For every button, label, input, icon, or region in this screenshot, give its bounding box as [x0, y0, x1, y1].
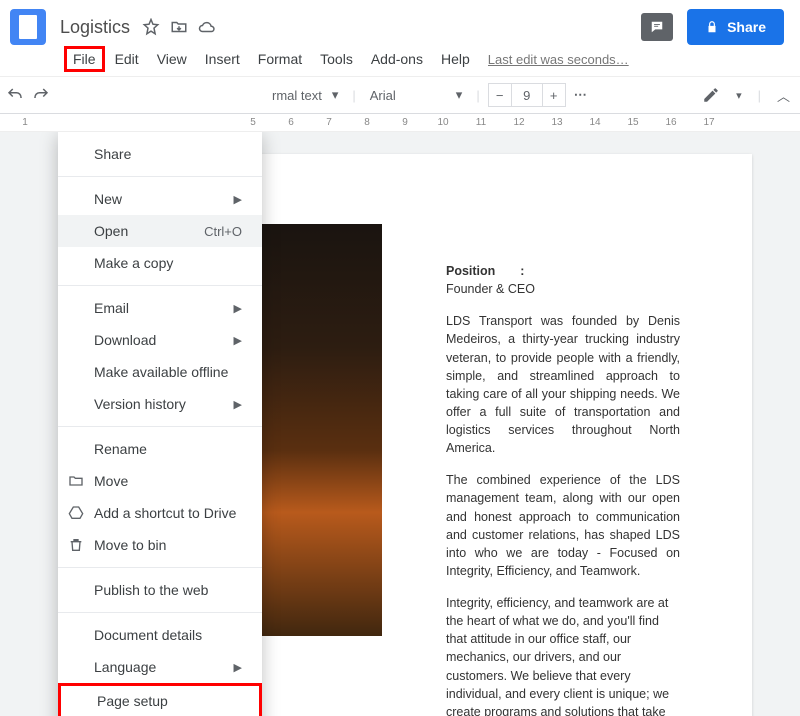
header-quick-icons: [142, 18, 216, 36]
chevron-down-icon: ▾: [332, 87, 339, 103]
paragraph: The combined experience of the LDS manag…: [446, 471, 680, 580]
menu-view[interactable]: View: [149, 47, 195, 71]
redo-icon[interactable]: [32, 86, 50, 104]
font-family-select[interactable]: Arial ▾: [364, 87, 469, 103]
share-button[interactable]: Share: [687, 9, 784, 45]
field-value: Founder & CEO: [446, 280, 680, 298]
menu-insert[interactable]: Insert: [197, 47, 248, 71]
file-menu-move[interactable]: Move: [58, 465, 262, 497]
menu-addons[interactable]: Add-ons: [363, 47, 431, 71]
paragraph: LDS Transport was founded by Denis Medei…: [446, 312, 680, 457]
menu-format[interactable]: Format: [250, 47, 310, 71]
move-to-folder-icon[interactable]: [170, 18, 188, 36]
font-family-label: Arial: [370, 88, 396, 103]
ruler: 1 5 6 7 8 9 10 11 12 13 14 15 16 17: [0, 114, 800, 132]
separator: |: [476, 88, 479, 103]
menu-divider: [58, 567, 262, 568]
file-menu-move-to-bin[interactable]: Move to bin: [58, 529, 262, 561]
menu-edit[interactable]: Edit: [107, 47, 147, 71]
separator: |: [352, 88, 355, 103]
folder-move-icon: [68, 473, 84, 489]
more-toolbar-icon[interactable]: ⋯: [574, 87, 589, 103]
submenu-arrow-icon: ▶: [234, 398, 242, 411]
toolbar: rmal text ▾ | Arial ▾ | − 9 + ⋯ ▾ | ︿: [0, 76, 800, 114]
font-size-increase[interactable]: +: [542, 83, 566, 107]
menu-divider: [58, 176, 262, 177]
trash-icon: [68, 537, 84, 553]
file-menu-rename[interactable]: Rename: [58, 433, 262, 465]
chevron-down-icon: ▾: [456, 87, 463, 103]
field-label: Position: [446, 264, 495, 278]
document-text[interactable]: Position : Founder & CEO LDS Transport w…: [446, 262, 680, 716]
submenu-arrow-icon: ▶: [234, 193, 242, 206]
font-size-group: − 9 +: [488, 83, 566, 107]
submenu-arrow-icon: ▶: [234, 302, 242, 315]
chevron-down-icon[interactable]: ▾: [736, 89, 742, 102]
file-menu-language[interactable]: Language▶: [58, 651, 262, 683]
paragraph: Integrity, efficiency, and teamwork are …: [446, 594, 680, 716]
app-header: Logistics Share: [0, 0, 800, 48]
menu-bar: File Edit View Insert Format Tools Add-o…: [0, 48, 800, 76]
paragraph-style-select[interactable]: rmal text ▾: [266, 87, 344, 103]
file-menu-publish[interactable]: Publish to the web: [58, 574, 262, 606]
menu-divider: [58, 426, 262, 427]
file-menu-open[interactable]: OpenCtrl+O: [58, 215, 262, 247]
file-menu-email[interactable]: Email▶: [58, 292, 262, 324]
menu-file[interactable]: File: [64, 46, 105, 72]
file-menu-document-details[interactable]: Document details: [58, 619, 262, 651]
lock-icon: [705, 20, 719, 34]
editor-canvas: Position : Founder & CEO LDS Transport w…: [0, 132, 800, 716]
shortcut-label: Ctrl+O: [204, 224, 242, 239]
star-icon[interactable]: [142, 18, 160, 36]
last-edit-link[interactable]: Last edit was seconds…: [488, 52, 629, 67]
menu-divider: [58, 612, 262, 613]
submenu-arrow-icon: ▶: [234, 661, 242, 674]
undo-icon[interactable]: [6, 86, 24, 104]
file-menu-version-history[interactable]: Version history▶: [58, 388, 262, 420]
menu-divider: [58, 285, 262, 286]
file-menu-make-copy[interactable]: Make a copy: [58, 247, 262, 279]
menu-tools[interactable]: Tools: [312, 47, 361, 71]
font-size-decrease[interactable]: −: [488, 83, 512, 107]
pencil-icon[interactable]: [702, 86, 720, 104]
drive-shortcut-icon: [68, 505, 84, 521]
chevron-up-icon[interactable]: ︿: [777, 86, 790, 105]
file-menu-offline[interactable]: Make available offline: [58, 356, 262, 388]
file-menu-add-shortcut[interactable]: Add a shortcut to Drive: [58, 497, 262, 529]
file-menu-dropdown: Share New▶ OpenCtrl+O Make a copy Email▶…: [58, 132, 262, 716]
font-size-value[interactable]: 9: [512, 83, 542, 107]
comments-button[interactable]: [641, 13, 673, 41]
file-menu-new[interactable]: New▶: [58, 183, 262, 215]
separator: |: [758, 88, 761, 103]
submenu-arrow-icon: ▶: [234, 334, 242, 347]
file-menu-page-setup[interactable]: Page setup: [58, 683, 262, 716]
document-title[interactable]: Logistics: [60, 17, 130, 38]
menu-help[interactable]: Help: [433, 47, 478, 71]
paragraph-style-label: rmal text: [272, 88, 322, 103]
share-button-label: Share: [727, 19, 766, 35]
cloud-status-icon[interactable]: [198, 18, 216, 36]
docs-logo[interactable]: [10, 9, 46, 45]
file-menu-download[interactable]: Download▶: [58, 324, 262, 356]
file-menu-share[interactable]: Share: [58, 138, 262, 170]
